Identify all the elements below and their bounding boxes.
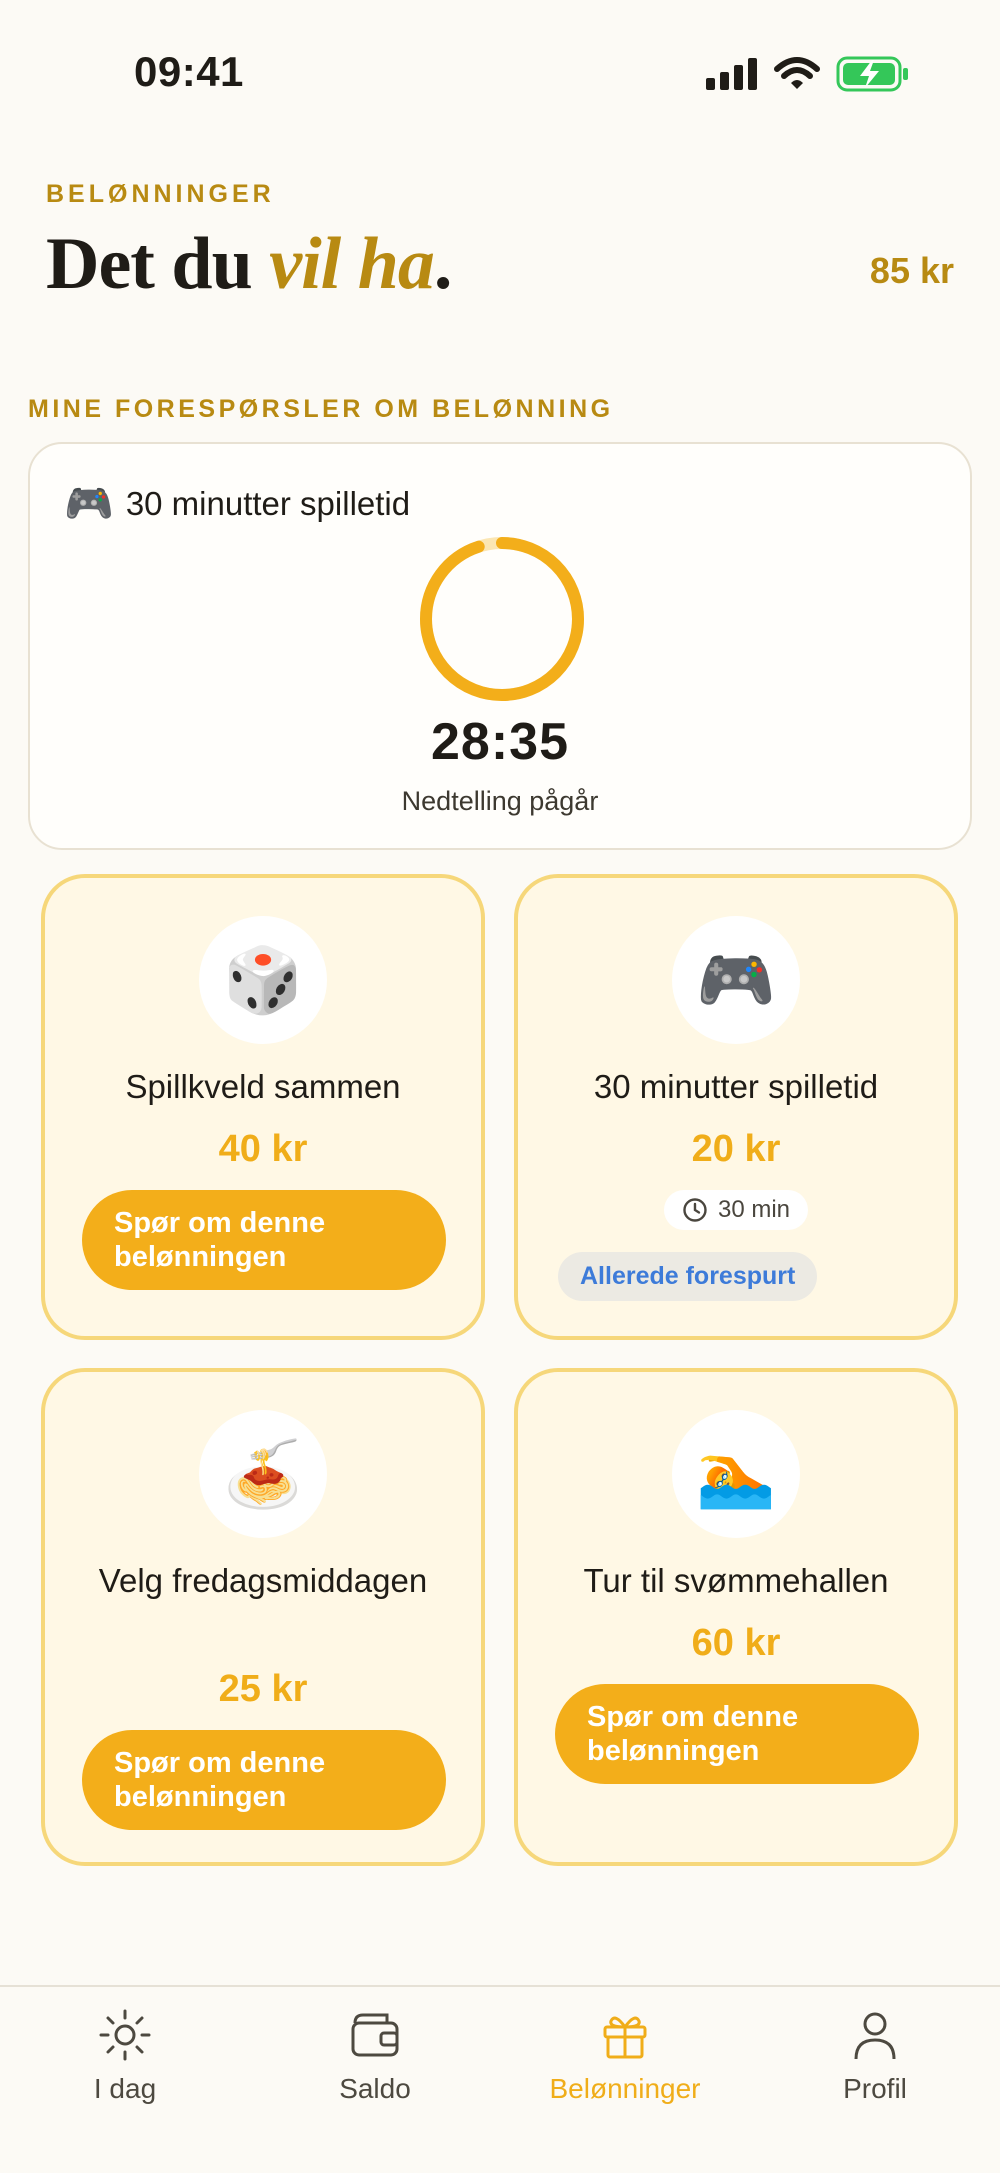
wallet-icon [351,2013,399,2057]
tab-rewards[interactable]: Belønninger [500,1987,750,2173]
reward-card-game-night: 🎲 Spillkveld sammen 40 kr Spør om denne … [41,874,485,1340]
request-reward-button[interactable]: Spør om denne belønningen [82,1190,446,1290]
title-end: . [433,223,452,305]
reward-price: 60 kr [691,1622,781,1664]
tab-label: I dag [93,2073,157,2104]
reward-name: Velg fredagsmiddagen [98,1562,428,1599]
countdown-progress-ring [420,537,584,701]
tab-label: Profil [843,2073,907,2104]
reward-name: Tur til svømmehallen [583,1562,889,1599]
reward-card-swimming: 🏊 Tur til svømmehallen 60 kr Spør om den… [514,1368,958,1866]
countdown-timer: 28:35 [431,713,569,771]
title-accent: vil ha [269,223,435,305]
active-request-title: 🎮 30 minutter spilletid [64,480,410,527]
status-time: 09:41 [134,48,244,95]
status-icons [706,56,910,92]
reward-card-play-time: 🎮 30 minutter spilletid 20 kr 30 min All… [514,874,958,1340]
status-bar: 09:41 [0,0,1000,150]
tab-label: Belønninger [549,2073,701,2104]
page-eyebrow: BELØNNINGER [46,180,275,208]
countdown-caption: Nedtelling pågår [401,786,599,816]
swimmer-icon: 🏊 [672,1410,800,1538]
reward-price: 40 kr [218,1128,308,1170]
title-plain: Det du [46,223,270,305]
request-reward-button[interactable]: Spør om denne belønningen [555,1684,919,1784]
active-request-label: 30 minutter spilletid [125,484,411,522]
tab-label: Saldo [339,2073,411,2104]
reward-price: 25 kr [218,1668,308,1710]
duration-badge: 30 min [663,1190,809,1230]
person-icon [854,2012,896,2060]
tab-bar: I dag Saldo Belønninger Profil [0,1985,1000,2173]
dice-icon: 🎲 [199,916,327,1044]
reward-price: 20 kr [691,1128,781,1170]
gamepad-icon: 🎮 [64,482,114,526]
reward-card-friday-dinner: 🍝 Velg fredagsmiddagen 25 kr Spør om den… [41,1368,485,1866]
wifi-icon [774,57,820,89]
already-requested-badge: Allerede forespurt [558,1252,818,1301]
cellular-signal-icon [706,58,757,90]
requests-section-label: MINE FORESPØRSLER OM BELØNNING [28,395,614,423]
active-request-card[interactable]: 🎮 30 minutter spilletid 28:35 Nedtelling… [28,442,972,850]
sun-icon [99,2009,151,2061]
gift-icon [603,2016,647,2059]
tab-profile[interactable]: Profil [750,1987,1000,2173]
tab-balance[interactable]: Saldo [250,1987,500,2173]
clock-icon [683,1198,707,1222]
reward-name: Spillkveld sammen [125,1068,401,1105]
reward-name: 30 minutter spilletid [593,1068,879,1105]
duration-label: 30 min [717,1196,791,1223]
tab-today[interactable]: I dag [0,1987,250,2173]
spaghetti-icon: 🍝 [199,1410,327,1538]
request-reward-button[interactable]: Spør om denne belønningen [82,1730,446,1830]
page-title: Det du vil ha. [46,222,452,307]
battery-charging-icon [836,56,908,92]
gamepad-icon: 🎮 [672,916,800,1044]
balance-amount: 85 kr [869,250,954,291]
